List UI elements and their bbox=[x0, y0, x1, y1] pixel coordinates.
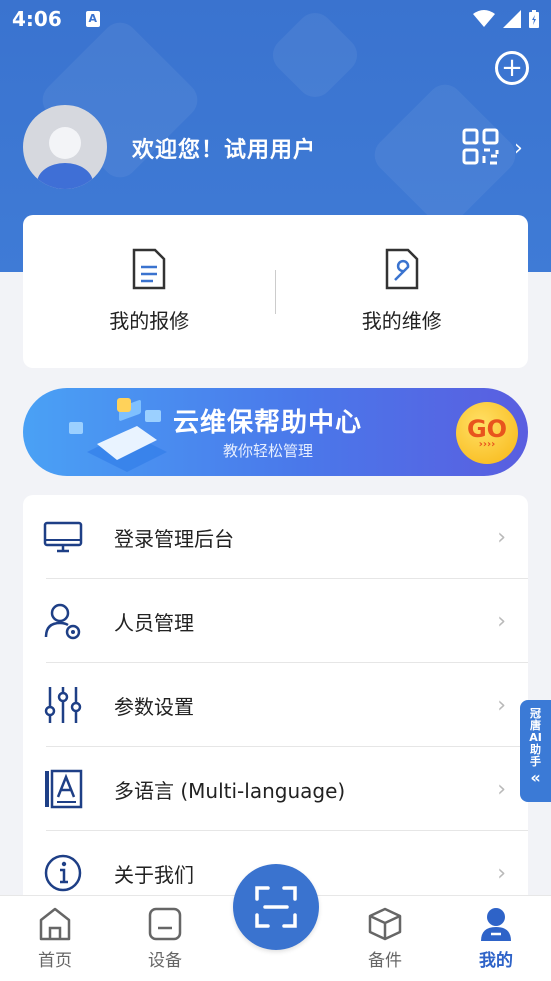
sliders-icon bbox=[44, 687, 82, 723]
document-wrench-icon bbox=[385, 248, 418, 290]
status-bar: 4:06 A bbox=[0, 0, 551, 38]
nav-label: 设备 bbox=[148, 951, 182, 971]
menu-item-label: 多语言 (Multi-language) bbox=[114, 778, 346, 803]
divider bbox=[275, 270, 276, 314]
menu-item-label: 人员管理 bbox=[114, 610, 194, 635]
chevron-right-icon[interactable]: › bbox=[514, 136, 523, 161]
monitor-icon bbox=[43, 521, 83, 553]
signal-icon bbox=[503, 10, 521, 28]
box-icon bbox=[368, 907, 402, 941]
menu-item-personnel[interactable]: 人员管理 › bbox=[23, 579, 528, 663]
banner-subtitle: 教你轻松管理 bbox=[223, 442, 314, 460]
nav-home[interactable]: 首页 bbox=[15, 906, 95, 971]
device-icon bbox=[148, 907, 182, 941]
my-maintenance-button[interactable]: 我的维修 bbox=[276, 215, 529, 368]
info-icon bbox=[44, 854, 82, 892]
nav-spare-parts[interactable]: 备件 bbox=[345, 906, 425, 971]
menu-item-language[interactable]: 多语言 (Multi-language) › bbox=[23, 747, 528, 831]
avatar-head bbox=[49, 127, 81, 159]
help-center-banner[interactable]: 云维保帮助中心 教你轻松管理 GO ›››› bbox=[23, 388, 528, 476]
my-repair-requests-button[interactable]: 我的报修 bbox=[23, 215, 276, 368]
qr-code-icon[interactable] bbox=[462, 128, 500, 166]
nav-label: 我的 bbox=[479, 951, 513, 971]
scan-button[interactable] bbox=[233, 864, 319, 950]
battery-icon bbox=[529, 10, 539, 28]
language-icon bbox=[45, 769, 83, 809]
banner-title: 云维保帮助中心 bbox=[173, 408, 363, 438]
double-chevron-left-icon: « bbox=[530, 768, 541, 787]
profile-icon bbox=[481, 908, 511, 941]
menu-item-label: 登录管理后台 bbox=[114, 526, 234, 551]
chevron-right-icon: › bbox=[497, 524, 506, 550]
menu-item-parameters[interactable]: 参数设置 › bbox=[23, 663, 528, 747]
chevron-right-icon: › bbox=[497, 860, 506, 886]
status-icons bbox=[473, 10, 539, 28]
chevron-right-icon: › bbox=[497, 692, 506, 718]
quick-action-label: 我的报修 bbox=[109, 309, 190, 333]
ai-assistant-tab[interactable]: 冠 唐 AI 助 手 « bbox=[520, 700, 551, 802]
plus-circle-icon: + bbox=[501, 53, 523, 83]
phone-illustration bbox=[69, 398, 167, 472]
add-button[interactable]: + bbox=[495, 51, 529, 85]
quick-actions-card: 我的报修 我的维修 bbox=[23, 215, 528, 368]
greeting-text: 欢迎您！试用用户 bbox=[132, 138, 317, 163]
nav-profile[interactable]: 我的 bbox=[456, 906, 536, 971]
nav-label: 备件 bbox=[368, 951, 402, 971]
go-button[interactable]: GO ›››› bbox=[456, 402, 518, 464]
nav-label: 首页 bbox=[38, 951, 72, 971]
menu-item-label: 关于我们 bbox=[114, 862, 194, 887]
chevron-right-icon: › bbox=[497, 776, 506, 802]
wifi-icon bbox=[473, 10, 495, 27]
go-arrows: ›››› bbox=[478, 439, 496, 450]
menu-item-label: 参数设置 bbox=[114, 694, 194, 719]
user-settings-icon bbox=[44, 603, 81, 640]
status-time: 4:06 bbox=[12, 7, 62, 31]
nav-devices[interactable]: 设备 bbox=[125, 906, 205, 971]
avatar-body bbox=[37, 163, 93, 189]
settings-menu: 登录管理后台 › 人员管理 › 参数设置 › 多语言 (Multi-langua… bbox=[23, 495, 528, 915]
home-icon bbox=[39, 907, 71, 941]
ai-tab-char: 手 bbox=[530, 755, 541, 768]
quick-action-label: 我的维修 bbox=[361, 309, 442, 333]
document-list-icon bbox=[133, 248, 166, 290]
chevron-right-icon: › bbox=[497, 608, 506, 634]
sim-icon: A bbox=[85, 11, 100, 27]
scan-icon bbox=[255, 886, 297, 928]
avatar[interactable] bbox=[23, 105, 107, 189]
menu-item-admin-login[interactable]: 登录管理后台 › bbox=[23, 495, 528, 579]
